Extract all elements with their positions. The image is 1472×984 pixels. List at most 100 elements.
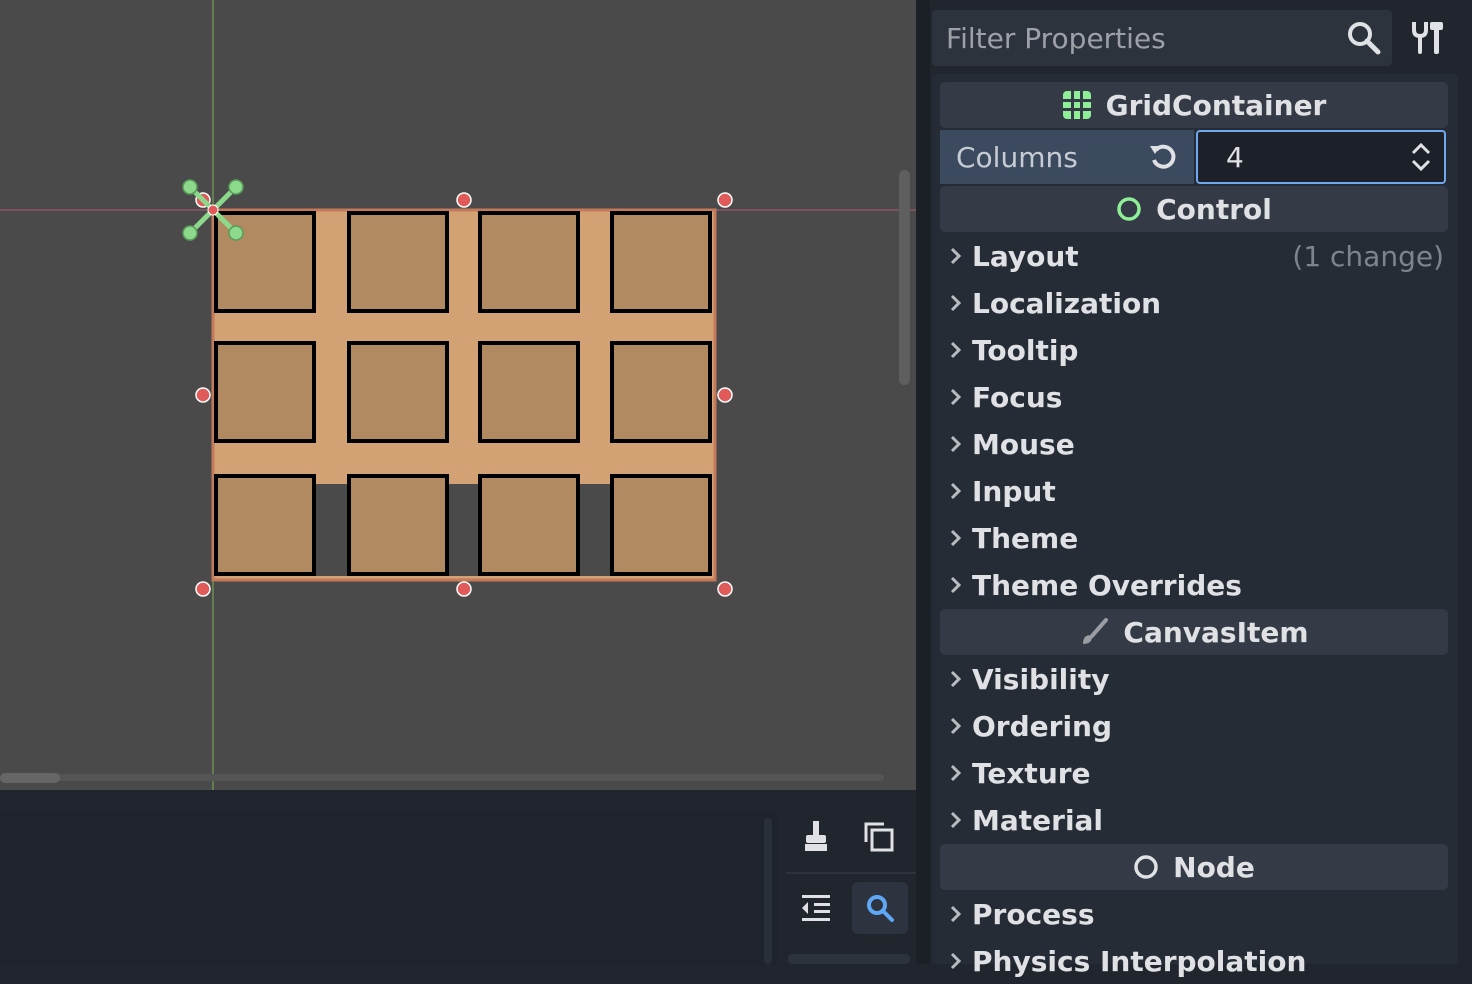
chevron-container <box>940 763 972 783</box>
viewport-horizontal-scrollbar[interactable] <box>0 774 884 781</box>
property-group-texture[interactable]: Texture <box>940 750 1448 796</box>
chevron-container <box>940 716 972 736</box>
group-label: Mouse <box>972 427 1075 461</box>
grid-cell-tile <box>347 474 449 576</box>
property-group-theme-overrides[interactable]: Theme Overrides <box>940 562 1448 608</box>
section-title: CanvasItem <box>1123 615 1309 649</box>
chevron-container <box>940 246 972 266</box>
chevron-right-icon <box>950 482 962 500</box>
handle-bottom <box>456 581 472 597</box>
group-change-note: (1 change) <box>1292 239 1444 273</box>
clear-output-button[interactable] <box>788 810 844 862</box>
grid-cell-tile <box>347 341 449 443</box>
chevron-right-icon <box>950 529 962 547</box>
section-title: Control <box>1156 192 1272 226</box>
chevron-container <box>940 387 972 407</box>
section-control: Control <box>940 186 1448 232</box>
copy-output-button[interactable] <box>850 810 906 862</box>
grid-cell-tile <box>610 211 712 313</box>
columns-label: Columns <box>956 140 1078 174</box>
group-label: Theme <box>972 521 1079 555</box>
chevron-container <box>940 575 972 595</box>
group-label: Physics Interpolation <box>972 944 1307 978</box>
property-group-theme[interactable]: Theme <box>940 515 1448 561</box>
handle-right <box>717 387 733 403</box>
columns-value[interactable]: 4 <box>1226 141 1410 174</box>
property-group-layout[interactable]: Layout (1 change) <box>940 233 1448 279</box>
control-circle-icon <box>1117 197 1141 221</box>
output-toolbar <box>786 800 916 964</box>
chevron-container <box>940 293 972 313</box>
chevron-right-icon <box>950 435 962 453</box>
chevron-container <box>940 340 972 360</box>
brush-icon <box>1083 618 1109 644</box>
filter-properties-input[interactable] <box>944 14 1328 62</box>
collapse-icon <box>802 895 830 921</box>
chevron-right-icon <box>950 341 962 359</box>
property-group-process[interactable]: Process <box>940 891 1448 937</box>
collapse-output-button[interactable] <box>788 882 844 934</box>
node-circle-icon <box>1134 855 1158 879</box>
grid-cell-tile <box>610 341 712 443</box>
property-group-ordering[interactable]: Ordering <box>940 703 1448 749</box>
group-label: Process <box>972 897 1095 931</box>
grid-cell-tile <box>347 211 449 313</box>
group-label: Layout <box>972 239 1079 273</box>
output-log[interactable] <box>0 812 778 964</box>
chevron-container <box>940 481 972 501</box>
output-search-field[interactable] <box>788 954 910 964</box>
panel-splitter[interactable] <box>916 0 930 964</box>
grid-icon <box>1062 91 1091 119</box>
group-label: Tooltip <box>972 333 1079 367</box>
group-label: Ordering <box>972 709 1113 743</box>
chevron-container <box>940 528 972 548</box>
handle-bottom-left <box>195 581 211 597</box>
property-group-focus[interactable]: Focus <box>940 374 1448 420</box>
chevron-right-icon <box>950 388 962 406</box>
grid-cell-tile <box>214 474 316 576</box>
output-scrollbar[interactable] <box>764 818 772 964</box>
viewport-canvas[interactable] <box>0 0 916 790</box>
filter-output-button[interactable] <box>852 882 908 934</box>
copy-icon <box>864 822 894 852</box>
grid-cell-tile <box>478 474 580 576</box>
handle-bottom-right <box>717 581 733 597</box>
viewport-horizontal-scroll-thumb[interactable] <box>0 773 60 783</box>
property-group-input[interactable]: Input <box>940 468 1448 514</box>
property-group-physics-interpolation[interactable]: Physics Interpolation <box>940 938 1448 984</box>
property-columns[interactable]: Columns <box>940 130 1194 184</box>
viewport-vertical-scroll-thumb[interactable] <box>899 170 910 385</box>
revert-icon[interactable] <box>1148 142 1178 172</box>
section-grid-container: GridContainer <box>940 82 1448 128</box>
grid-cell-tile <box>478 211 580 313</box>
group-label: Texture <box>972 756 1091 790</box>
property-group-tooltip[interactable]: Tooltip <box>940 327 1448 373</box>
chevron-right-icon <box>950 247 962 265</box>
group-label: Theme Overrides <box>972 568 1242 602</box>
grid-cell-tile <box>214 341 316 443</box>
handle-top-right <box>717 192 733 208</box>
handle-left <box>195 387 211 403</box>
chevron-right-icon <box>950 952 962 970</box>
property-group-mouse[interactable]: Mouse <box>940 421 1448 467</box>
chevron-container <box>940 434 972 454</box>
tools-icon[interactable] <box>1408 18 1448 58</box>
chevron-right-icon <box>950 717 962 735</box>
property-group-localization[interactable]: Localization <box>940 280 1448 326</box>
chevron-container <box>940 904 972 924</box>
group-label: Localization <box>972 286 1162 320</box>
section-title: Node <box>1173 850 1255 884</box>
group-label: Input <box>972 474 1056 508</box>
section-canvas-item: CanvasItem <box>940 609 1448 655</box>
canvas-viewport[interactable] <box>0 0 916 790</box>
section-node: Node <box>940 844 1448 890</box>
property-group-visibility[interactable]: Visibility <box>940 656 1448 702</box>
spin-arrows-icon[interactable] <box>1410 142 1432 172</box>
columns-spinbox[interactable]: 4 <box>1196 130 1446 184</box>
find-icon <box>867 895 894 922</box>
chevron-right-icon <box>950 294 962 312</box>
property-group-material[interactable]: Material <box>940 797 1448 843</box>
chevron-container <box>940 810 972 830</box>
grid-cell-tile <box>478 341 580 443</box>
chevron-right-icon <box>950 576 962 594</box>
